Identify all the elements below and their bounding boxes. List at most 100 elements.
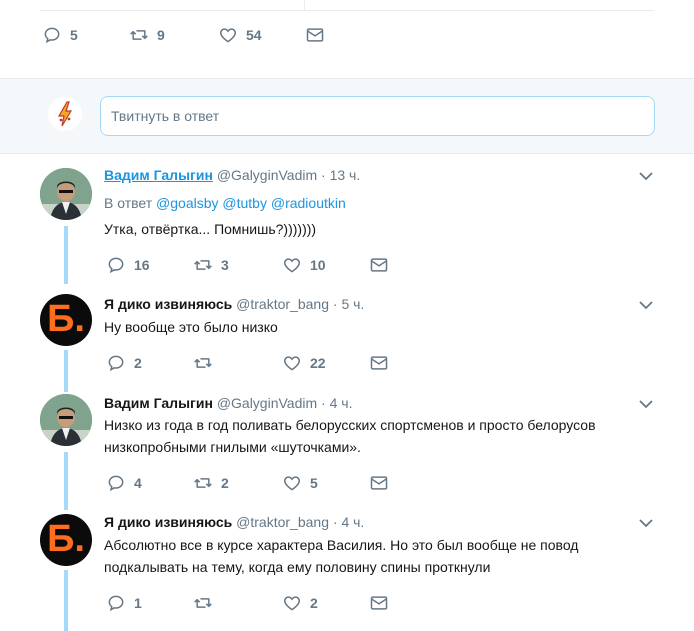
like-button[interactable]: 2 [282, 593, 318, 613]
divider [40, 10, 654, 11]
tweet-header: Я дико извиняюсь @traktor_bang · 5 ч. [104, 296, 364, 312]
reply-button[interactable]: 1 [106, 593, 142, 613]
reply-button[interactable]: 4 [106, 473, 142, 493]
display-name[interactable]: Вадим Галыгин [104, 395, 213, 411]
retweet-icon [130, 30, 148, 40]
chevron-down-icon[interactable] [638, 297, 654, 313]
avatar[interactable]: Б. [40, 294, 92, 346]
retweet-icon [194, 260, 212, 270]
message-button[interactable] [369, 593, 389, 613]
tweet-header: Я дико извиняюсь @traktor_bang · 4 ч. [104, 514, 364, 530]
reply-button[interactable]: 16 [106, 255, 150, 275]
retweet-count: 3 [221, 257, 229, 273]
profile-photo-icon [40, 394, 92, 446]
reply-composer: Твитнуть в ответ [0, 78, 694, 154]
separator: · [332, 514, 338, 530]
reply-icon [108, 257, 124, 274]
mention-link[interactable]: @goalsby [156, 195, 218, 211]
retweet-button[interactable] [193, 593, 221, 613]
tweet-header: Вадим Галыгин @GalyginVadim · 4 ч. [104, 395, 352, 411]
reply-icon [108, 355, 124, 372]
message-button[interactable] [305, 25, 325, 45]
envelope-icon [370, 356, 388, 370]
tweet-text-line: Абсолютно все в курсе характера Василия.… [104, 537, 579, 553]
reply-input[interactable]: Твитнуть в ответ [100, 96, 655, 136]
chevron-down-icon[interactable] [638, 515, 654, 531]
reply-placeholder: Твитнуть в ответ [111, 108, 220, 124]
avatar[interactable] [40, 168, 92, 220]
message-button[interactable] [369, 353, 389, 373]
envelope-icon [370, 258, 388, 272]
like-button[interactable]: 10 [282, 255, 326, 275]
display-name[interactable]: Вадим Галыгин [104, 167, 213, 183]
reply-count: 1 [134, 595, 142, 611]
like-count: 5 [310, 475, 318, 491]
heart-icon [283, 476, 301, 491]
retweet-count: 9 [157, 27, 165, 43]
display-name[interactable]: Я дико извиняюсь [104, 296, 232, 312]
timestamp[interactable]: 4 ч. [341, 514, 364, 530]
parent-tweet-actions: 5 9 54 [0, 0, 694, 78]
retweet-button[interactable]: 9 [129, 25, 165, 45]
retweet-button[interactable] [193, 353, 221, 373]
user-handle[interactable]: @GalyginVadim [217, 167, 317, 183]
reply-context: В ответ @goalsby @tutby @radioutkin [104, 192, 664, 214]
reply-icon [108, 475, 124, 492]
thread-line [64, 350, 68, 392]
tweet-text-line: низкопробными гнилыми «шуточками». [104, 439, 361, 455]
reply-icon [44, 27, 60, 44]
like-count: 54 [246, 27, 262, 43]
tweet-text-line: Низко из года в год поливать белорусских… [104, 417, 596, 433]
like-count: 10 [310, 257, 326, 273]
heart-icon [283, 596, 301, 611]
reply-button[interactable]: 2 [106, 353, 142, 373]
thread-line [64, 570, 68, 631]
like-button[interactable]: 5 [282, 473, 318, 493]
timestamp[interactable]: 4 ч. [330, 395, 353, 411]
retweet-icon [194, 358, 212, 368]
tweet-header: Вадим Галыгин @GalyginVadim · 13 ч. [104, 167, 360, 183]
like-count: 22 [310, 355, 326, 371]
avatar[interactable] [40, 394, 92, 446]
avatar-letter: Б. [47, 518, 85, 560]
user-handle[interactable]: @traktor_bang [236, 514, 329, 530]
user-handle[interactable]: @GalyginVadim [217, 395, 317, 411]
separator: · [321, 395, 326, 411]
like-button[interactable]: 54 [218, 25, 262, 45]
thread-line [64, 452, 68, 510]
retweet-button[interactable]: 2 [193, 473, 229, 493]
avatar[interactable] [48, 97, 82, 131]
reply-prefix: В ответ [104, 195, 153, 211]
retweet-icon [194, 598, 212, 608]
heart-icon [283, 258, 301, 273]
like-button[interactable]: 22 [282, 353, 326, 373]
user-handle[interactable]: @traktor_bang [236, 296, 329, 312]
avatar-letter: Б. [47, 298, 85, 340]
timestamp[interactable]: 13 ч. [330, 167, 361, 183]
timestamp[interactable]: 5 ч. [341, 296, 364, 312]
reply-icon [108, 595, 124, 612]
tweet-text-line: подкалывать на тему, когда ему половину … [104, 559, 491, 575]
message-button[interactable] [369, 255, 389, 275]
chevron-down-icon[interactable] [638, 396, 654, 412]
chevron-down-icon[interactable] [638, 168, 654, 184]
display-name[interactable]: Я дико извиняюсь [104, 514, 232, 530]
envelope-icon [306, 28, 324, 42]
retweet-count: 2 [221, 475, 229, 491]
reply-count: 4 [134, 475, 142, 491]
heart-icon [283, 356, 301, 371]
retweet-button[interactable]: 3 [193, 255, 229, 275]
reply-count: 2 [134, 355, 142, 371]
message-button[interactable] [369, 473, 389, 493]
divider [304, 0, 305, 10]
tweet-text: Утка, отвёртка... Помнишь?))))))) [104, 221, 317, 237]
mention-link[interactable]: @tutby [222, 195, 267, 211]
reply-count: 5 [70, 27, 78, 43]
like-count: 2 [310, 595, 318, 611]
avatar[interactable]: Б. [40, 514, 92, 566]
separator: · [332, 296, 338, 312]
envelope-icon [370, 596, 388, 610]
mention-link[interactable]: @radioutkin [271, 195, 346, 211]
lightning-logo-icon [51, 100, 79, 128]
reply-button[interactable]: 5 [42, 25, 78, 45]
